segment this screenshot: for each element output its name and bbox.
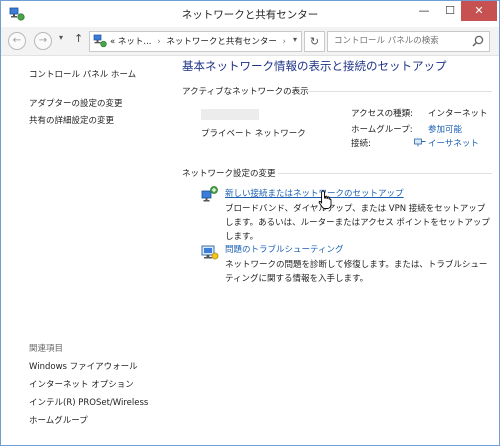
section-divider	[308, 91, 492, 92]
proset-wireless-link[interactable]: インテル(R) PROSet/Wireless	[29, 396, 148, 408]
control-panel-window: ネットワークと共有センター — ☐ ✕ ← → ▾ ↑ « ネット... › ネ…	[0, 0, 500, 446]
homegroup-status-link[interactable]: 参加可能	[428, 123, 462, 135]
page-title: 基本ネットワーク情報の表示と接続のセットアップ	[182, 59, 447, 73]
minimize-button[interactable]: —	[411, 1, 437, 21]
control-panel-home-link[interactable]: コントロール パネル ホーム	[29, 68, 136, 80]
setup-new-connection-link[interactable]: 新しい接続またはネットワークのセットアップ	[225, 187, 404, 199]
close-button[interactable]: ✕	[461, 1, 497, 21]
recent-locations-dropdown[interactable]: ▾	[59, 33, 63, 42]
breadcrumb-item[interactable]: ネットワークと共有センター	[166, 37, 277, 47]
sidebar: コントロール パネル ホーム アダプターの設定の変更 共有の詳細設定の変更 関連…	[1, 56, 161, 445]
address-history-dropdown[interactable]: ▾	[293, 35, 297, 44]
forward-button[interactable]: →	[34, 32, 52, 50]
up-button[interactable]: ↑	[74, 32, 83, 45]
setup-new-connection-description: ブロードバンド、ダイヤルアップ、または VPN 接続をセットアップします。あるい…	[225, 204, 490, 242]
breadcrumb-item[interactable]: ネット...	[118, 37, 152, 47]
troubleshoot-description: ネットワークの問題を診断して修復します。または、トラブルシューティングに関する情…	[225, 260, 488, 284]
network-name	[201, 109, 259, 120]
troubleshoot-link[interactable]: 問題のトラブルシューティング	[225, 243, 344, 255]
change-settings-heading: ネットワーク設定の変更	[182, 169, 276, 179]
homegroup-label: ホームグループ:	[351, 125, 413, 135]
section-divider	[278, 173, 492, 174]
search-icon[interactable]	[471, 34, 485, 48]
related-heading: 関連項目	[29, 344, 64, 354]
adapter-settings-link[interactable]: アダプターの設定の変更	[29, 97, 123, 109]
access-type-value: インターネット	[428, 109, 488, 119]
connection-value[interactable]: イーサネット	[414, 137, 479, 149]
back-button[interactable]: ←	[8, 32, 26, 50]
connection-label: 接続:	[351, 139, 371, 149]
troubleshoot-icon[interactable]	[201, 243, 219, 261]
firewall-link[interactable]: Windows ファイアウォール	[29, 360, 138, 372]
hand-cursor-icon	[318, 190, 332, 209]
search-input[interactable]	[334, 34, 464, 48]
breadcrumb-overflow[interactable]: «	[110, 37, 115, 47]
search-box[interactable]	[327, 31, 490, 52]
maximize-button[interactable]: ☐	[437, 1, 463, 21]
address-bar[interactable]: « ネット... › ネットワークと共有センター › ▾	[89, 31, 302, 52]
internet-options-link[interactable]: インターネット オプション	[29, 378, 134, 390]
title-bar[interactable]: ネットワークと共有センター — ☐ ✕	[1, 1, 499, 27]
breadcrumb-separator-icon[interactable]: ›	[157, 37, 160, 47]
homegroup-link[interactable]: ホームグループ	[29, 414, 88, 426]
main-content: 基本ネットワーク情報の表示と接続のセットアップ アクティブなネットワークの表示 …	[161, 56, 499, 445]
address-bar-region: ← → ▾ ↑ « ネット... › ネットワークと共有センター › ▾ ↻	[1, 27, 499, 56]
ethernet-icon	[414, 138, 426, 147]
breadcrumb: « ネット... › ネットワークと共有センター ›	[110, 35, 289, 47]
ethernet-link[interactable]: イーサネット	[428, 139, 479, 149]
new-connection-icon[interactable]	[201, 185, 219, 203]
active-networks-heading: アクティブなネットワークの表示	[182, 87, 309, 97]
network-location-icon	[93, 34, 107, 48]
network-type-label[interactable]: プライベート ネットワーク	[201, 127, 306, 139]
refresh-button[interactable]: ↻	[304, 31, 325, 52]
breadcrumb-separator-icon[interactable]: ›	[283, 37, 286, 47]
access-type-label: アクセスの種類:	[351, 109, 413, 119]
advanced-sharing-link[interactable]: 共有の詳細設定の変更	[29, 114, 114, 126]
